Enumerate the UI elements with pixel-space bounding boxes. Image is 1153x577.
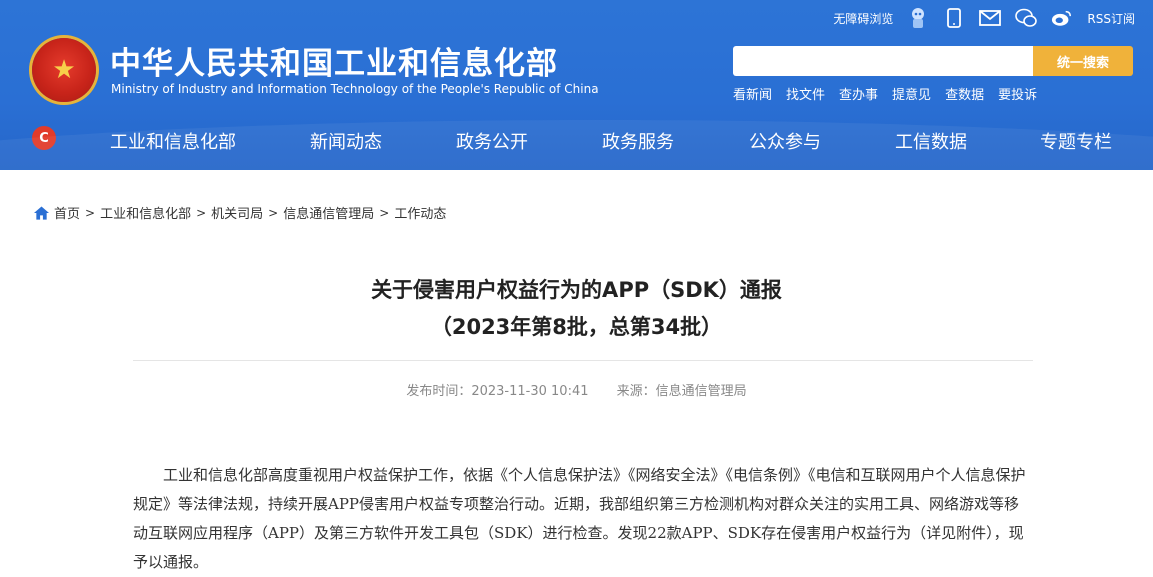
- main-nav: C 工业和信息化部 新闻动态 政务公开 政务服务 公众参与 工信数据 专题专栏: [0, 118, 1153, 160]
- quick-links: 看新闻 找文件 查办事 提意见 查数据 要投诉: [733, 84, 1037, 103]
- breadcrumb-separator: >: [268, 205, 279, 220]
- article-meta: 发布时间：2023-11-30 10:41 来源：信息通信管理局: [0, 380, 1153, 399]
- site-title[interactable]: 中华人民共和国工业和信息化部: [110, 38, 558, 83]
- breadcrumb: 首页 > 工业和信息化部 > 机关司局 > 信息通信管理局 > 工作动态: [34, 203, 446, 222]
- nav-item-special-topics[interactable]: 专题专栏: [1040, 128, 1112, 154]
- breadcrumb-bureau[interactable]: 信息通信管理局: [283, 203, 374, 222]
- quick-link-documents[interactable]: 找文件: [786, 84, 825, 103]
- article-title: 关于侵害用户权益行为的APP（SDK）通报: [371, 278, 782, 302]
- ministry-logo-icon[interactable]: C: [32, 126, 56, 150]
- home-icon: [34, 205, 49, 220]
- breadcrumb-work-news[interactable]: 工作动态: [394, 203, 446, 222]
- rss-subscribe-link[interactable]: RSS订阅: [1087, 10, 1135, 27]
- article-paragraph: 工业和信息化部高度重视用户权益保护工作，依据《个人信息保护法》《网络安全法》《电…: [133, 466, 1026, 571]
- search-input[interactable]: [733, 46, 1033, 76]
- breadcrumb-ministry[interactable]: 工业和信息化部: [100, 203, 191, 222]
- breadcrumb-separator: >: [85, 205, 96, 220]
- nav-item-news[interactable]: 新闻动态: [310, 128, 382, 154]
- quick-link-suggestions[interactable]: 提意见: [892, 84, 931, 103]
- nav-item-data[interactable]: 工信数据: [895, 128, 967, 154]
- breadcrumb-home[interactable]: 首页: [54, 203, 80, 222]
- breadcrumb-separator: >: [379, 205, 390, 220]
- quick-link-news[interactable]: 看新闻: [733, 84, 772, 103]
- nav-item-public-participation[interactable]: 公众参与: [749, 128, 821, 154]
- mobile-phone-icon[interactable]: [943, 7, 965, 29]
- quick-link-complaints[interactable]: 要投诉: [998, 84, 1037, 103]
- breadcrumb-departments[interactable]: 机关司局: [211, 203, 263, 222]
- title-divider: [133, 360, 1033, 361]
- mail-icon[interactable]: [979, 7, 1002, 29]
- unified-search-button[interactable]: 统一搜索: [1033, 46, 1133, 76]
- wechat-icon[interactable]: [1015, 7, 1038, 29]
- weibo-icon[interactable]: [1051, 7, 1073, 29]
- breadcrumb-separator: >: [196, 205, 207, 220]
- quick-link-services[interactable]: 查办事: [839, 84, 878, 103]
- nav-item-ministry[interactable]: 工业和信息化部: [110, 128, 236, 154]
- robot-assistant-icon[interactable]: [907, 7, 929, 29]
- site-header: 无障碍浏览 RSS订阅 ★ 中华人民共和国工业和信息化部 Ministry of…: [0, 0, 1153, 170]
- national-emblem-icon[interactable]: ★: [32, 38, 96, 102]
- quick-link-data[interactable]: 查数据: [945, 84, 984, 103]
- article-subtitle: （2023年第8批，总第34批）: [430, 315, 723, 339]
- top-utility-bar: 无障碍浏览 RSS订阅: [833, 6, 1135, 30]
- nav-item-government-affairs[interactable]: 政务公开: [456, 128, 528, 154]
- article-source: 来源：信息通信管理局: [616, 384, 747, 399]
- search-bar: 统一搜索: [733, 46, 1133, 76]
- nav-item-government-services[interactable]: 政务服务: [602, 128, 674, 154]
- publish-time: 发布时间：2023-11-30 10:41: [406, 384, 589, 399]
- accessible-browse-link[interactable]: 无障碍浏览: [833, 10, 893, 27]
- site-title-english: Ministry of Industry and Information Tec…: [111, 82, 599, 96]
